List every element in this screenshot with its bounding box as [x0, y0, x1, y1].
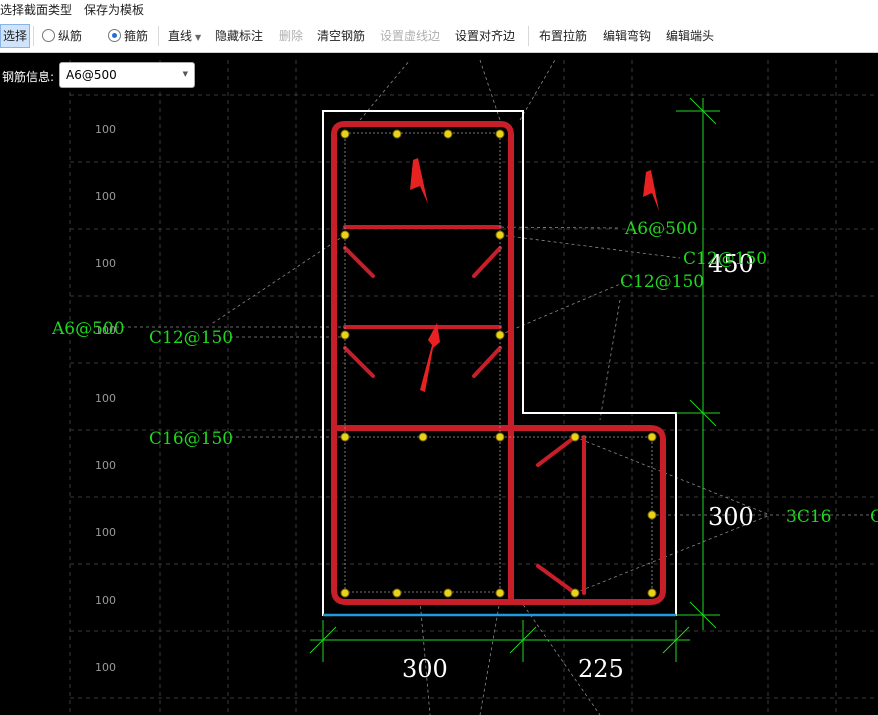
delete-button[interactable]: 删除	[279, 20, 303, 52]
leader-lines	[110, 59, 878, 715]
grid-lines	[69, 60, 878, 715]
menu-select-section-type[interactable]: 选择截面类型	[0, 1, 72, 18]
set-align-edge-button[interactable]: 设置对齐边	[455, 20, 515, 52]
bar-dot[interactable]	[495, 330, 505, 340]
hook	[536, 435, 577, 467]
toolbar-separator	[33, 26, 34, 46]
bar-dot[interactable]	[443, 588, 453, 598]
grid-labels: 100 100 100 100 100 100 100 100 100	[95, 123, 116, 674]
longitudinal-radio[interactable]: 纵筋	[42, 20, 82, 52]
drawing-canvas[interactable]: 100 100 100 100 100 100 100 100 100 450 …	[0, 53, 878, 715]
bar-dot[interactable]	[340, 330, 350, 340]
bar-dot[interactable]	[340, 230, 350, 240]
bar-dot[interactable]	[340, 432, 350, 442]
bar-dot[interactable]	[647, 510, 657, 520]
grid-label: 100	[95, 526, 116, 539]
rebar-info-label: 钢筋信息:	[2, 70, 55, 84]
clear-rebar-button[interactable]: 清空钢筋	[317, 20, 365, 52]
arrow-down-icon	[643, 170, 659, 211]
dimension-width-right: 225	[578, 655, 624, 683]
select-button[interactable]: 选择	[0, 24, 31, 48]
line-label: 直线	[168, 29, 193, 43]
bar-dot[interactable]	[392, 588, 402, 598]
annotation-cut-edge[interactable]: C	[870, 507, 878, 527]
hook	[472, 246, 502, 278]
bar-dot[interactable]	[495, 129, 505, 139]
dropdown-caret-icon: ▼	[182, 70, 188, 78]
line-dropdown[interactable]: 直线 ▼	[168, 20, 201, 52]
arrow-down-icon	[410, 158, 428, 204]
grid-label: 100	[95, 257, 116, 270]
bar-dot[interactable]	[495, 588, 505, 598]
toolbar: 选择 纵筋 箍筋 直线 ▼ 隐藏标注 删除 清空钢筋 设置虚线边 设置对齐边 布置…	[0, 20, 878, 53]
bar-dot[interactable]	[340, 588, 350, 598]
hide-annotation-button[interactable]: 隐藏标注	[215, 20, 263, 52]
hook	[343, 346, 375, 378]
grid-label: 100	[95, 123, 116, 136]
stirrup-radio[interactable]: 箍筋	[108, 20, 148, 52]
set-virtual-edge-button[interactable]: 设置虚线边	[380, 20, 440, 52]
grid-label: 100	[95, 190, 116, 203]
bar-dot[interactable]	[570, 432, 580, 442]
bar-dot[interactable]	[647, 432, 657, 442]
rebar-info-select[interactable]: A6@500 ▼	[59, 62, 195, 88]
radio-checked-icon	[108, 29, 121, 42]
edit-hook-button[interactable]: 编辑弯钩	[603, 20, 651, 52]
bar-dot[interactable]	[418, 432, 428, 442]
edit-end-button[interactable]: 编辑端头	[666, 20, 714, 52]
bar-dot[interactable]	[495, 230, 505, 240]
grid-label: 100	[95, 392, 116, 405]
annotation-a6-left[interactable]: A6@500	[51, 319, 125, 339]
longitudinal-label: 纵筋	[58, 29, 83, 43]
annotation-c12-left[interactable]: C12@150	[149, 328, 233, 348]
annotation-c12-top[interactable]: C12@150	[683, 249, 767, 269]
toolbar-separator	[158, 26, 159, 46]
hook	[472, 346, 502, 378]
bar-dot[interactable]	[570, 588, 580, 598]
radio-unchecked-icon	[42, 29, 55, 42]
annotation-3c16[interactable]: 3C16	[786, 507, 831, 527]
dimension-lines	[309, 97, 720, 662]
grid-label: 100	[95, 661, 116, 674]
grid-label: 100	[95, 459, 116, 472]
hook	[536, 564, 577, 595]
annotation-c12-mid[interactable]: C12@150	[620, 272, 704, 292]
grid-label: 100	[95, 594, 116, 607]
bar-dot[interactable]	[340, 129, 350, 139]
bar-dot[interactable]	[392, 129, 402, 139]
annotation-a6-right[interactable]: A6@500	[624, 219, 698, 239]
hook	[343, 246, 375, 278]
dimension-width-left: 300	[402, 655, 448, 683]
stirrup-label: 箍筋	[124, 29, 149, 43]
annotation-c16[interactable]: C16@150	[149, 429, 233, 449]
rebar-info-value: A6@500	[66, 68, 117, 82]
bar-dot[interactable]	[495, 432, 505, 442]
toolbar-separator	[528, 26, 529, 46]
bar-dot[interactable]	[647, 588, 657, 598]
menu-bar: 选择截面类型 保存为模板	[0, 0, 878, 20]
bar-dot[interactable]	[443, 129, 453, 139]
stirrup-bottom[interactable]	[331, 425, 666, 605]
menu-save-template[interactable]: 保存为模板	[84, 1, 144, 18]
arrow-up-icon	[420, 323, 440, 392]
dropdown-caret-icon: ▼	[195, 33, 202, 42]
dimension-height-bottom: 300	[708, 503, 754, 531]
place-tie-button[interactable]: 布置拉筋	[539, 20, 587, 52]
